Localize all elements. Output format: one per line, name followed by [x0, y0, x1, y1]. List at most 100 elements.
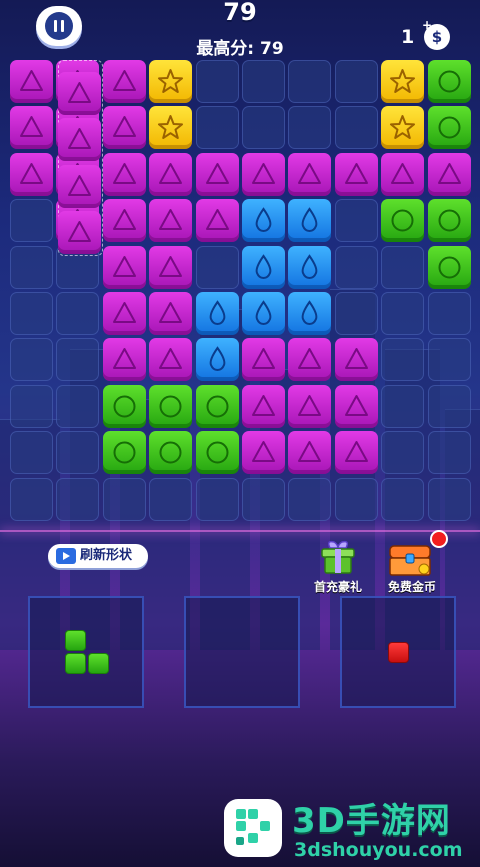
triangle-block [58, 72, 101, 115]
empty-cell [102, 477, 146, 521]
empty-cell [427, 431, 471, 475]
piece-slot-1[interactable] [28, 596, 144, 708]
droplet-block [195, 338, 239, 382]
triangle-block [102, 245, 146, 289]
triangle-block [102, 292, 146, 335]
circle-block [102, 431, 146, 475]
star-block [381, 60, 425, 103]
treasure-chest-icon [389, 545, 431, 576]
empty-cell [427, 292, 471, 335]
triangle-block [58, 211, 101, 255]
circle-block [149, 384, 193, 428]
triangle-block [149, 338, 193, 382]
watermark-title: 3D手游网 [292, 801, 451, 841]
triangle-block [381, 152, 425, 196]
circle-block [427, 60, 471, 103]
circle-block [149, 431, 193, 475]
empty-cell [242, 60, 285, 103]
star-block [149, 106, 193, 150]
piece-block [65, 653, 86, 674]
droplet-block [242, 292, 285, 335]
notification-dot [430, 530, 448, 548]
circle-block [102, 384, 146, 428]
empty-cell [56, 384, 100, 428]
empty-cell [242, 477, 285, 521]
star-block [149, 60, 193, 103]
triangle-block [288, 338, 332, 382]
empty-cell [10, 199, 53, 243]
triangle-block [10, 60, 53, 103]
coin-count: 1 [401, 26, 415, 48]
empty-cell [56, 292, 100, 335]
piece-slot-2[interactable] [184, 596, 300, 708]
empty-cell [195, 477, 239, 521]
triangle-block [149, 292, 193, 335]
empty-cell [288, 477, 332, 521]
gift-label: 首充豪礼 [313, 580, 362, 594]
triangle-block [242, 152, 285, 196]
empty-cell [334, 60, 378, 103]
triangle-block [334, 152, 378, 196]
empty-cell [56, 431, 100, 475]
triangle-block [195, 152, 239, 196]
empty-cell [149, 477, 193, 521]
triangle-block [102, 60, 146, 103]
empty-cell [195, 106, 239, 150]
empty-cell [427, 384, 471, 428]
triangle-block [334, 338, 378, 382]
circle-block [381, 199, 425, 243]
triangle-block [242, 338, 285, 382]
triangle-block [195, 199, 239, 243]
triangle-block [427, 152, 471, 196]
video-play-icon [56, 548, 76, 564]
triangle-block [102, 199, 146, 243]
triangle-block [102, 152, 146, 196]
droplet-block [288, 292, 332, 335]
droplet-block [242, 245, 285, 289]
triangle-block [149, 152, 193, 196]
empty-cell [381, 245, 425, 289]
piece-slot-3[interactable] [340, 596, 456, 708]
piece-block [65, 630, 86, 651]
empty-cell [56, 477, 100, 521]
free-coins-label: 免费金币 [387, 580, 436, 594]
triangle-block [334, 384, 378, 428]
empty-cell [195, 60, 239, 103]
triangle-block [288, 431, 332, 475]
triangle-block [102, 338, 146, 382]
triangle-block [102, 106, 146, 150]
triangle-block [334, 431, 378, 475]
empty-cell [56, 338, 100, 382]
circle-block [427, 245, 471, 289]
empty-cell [381, 338, 425, 382]
coin-icon[interactable]: $ [424, 24, 450, 50]
empty-cell [334, 292, 378, 335]
empty-cell [334, 199, 378, 243]
circle-block [427, 199, 471, 243]
triangle-block [288, 152, 332, 196]
star-block [381, 106, 425, 150]
empty-cell [381, 477, 425, 521]
empty-cell [334, 106, 378, 150]
triangle-block [10, 106, 53, 150]
droplet-block [288, 199, 332, 243]
circle-block [195, 384, 239, 428]
empty-cell [195, 245, 239, 289]
watermark-url: 3dshouyou.com [294, 839, 463, 861]
empty-cell [288, 60, 332, 103]
empty-cell [334, 477, 378, 521]
empty-cell [381, 292, 425, 335]
droplet-block [288, 245, 332, 289]
empty-cell [242, 106, 285, 150]
droplet-block [242, 199, 285, 243]
circle-block [427, 106, 471, 150]
triangle-block [149, 245, 193, 289]
first-recharge-gift-button[interactable]: 首充豪礼 [304, 536, 372, 596]
triangle-block [10, 152, 53, 196]
refresh-shapes-button[interactable]: 刷新形状 [48, 544, 148, 568]
gift-box-icon [321, 540, 355, 574]
triangle-block [288, 384, 332, 428]
watermark-logo-icon [224, 799, 282, 857]
empty-cell [10, 338, 53, 382]
watermark: 3D手游网 3dshouyou.com [222, 793, 480, 867]
